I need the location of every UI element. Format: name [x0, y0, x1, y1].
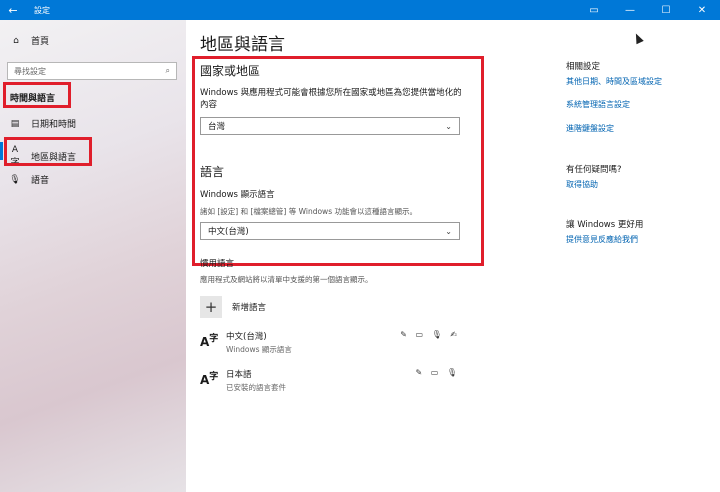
window-title: 設定 [34, 5, 50, 15]
language-name: 中文(台灣) [226, 332, 267, 342]
language-text: 日本語 已安裝的語言套件 [226, 368, 415, 393]
language-glyph-icon: A字 [200, 372, 219, 387]
minimize-button[interactable]: — [612, 0, 648, 20]
mouse-cursor-icon [632, 31, 644, 45]
sidebar-item-home[interactable]: ⌂ 首頁 [9, 34, 50, 48]
link-advanced-keyboard[interactable]: 進階鍵盤設定 [566, 123, 614, 134]
language-status: Windows 顯示語言 [226, 345, 292, 354]
display-language-label: Windows 顯示語言 [200, 190, 275, 200]
country-value: 台灣 [208, 122, 226, 132]
country-description: Windows 與應用程式可能會根據您所在國家或地區為您提供當地化的內容 [200, 88, 462, 110]
highlight-box-region [4, 137, 92, 166]
language-glyph-icon: A字 [200, 334, 219, 349]
maximize-icon: ☐ [661, 4, 671, 16]
search-icon: ⌕ [165, 66, 170, 75]
page-title: 地區與語言 [200, 35, 285, 55]
microphone-icon: 🎙 [9, 174, 21, 185]
related-settings-heading: 相關設定 [566, 62, 601, 72]
sidebar-item-label: 語音 [31, 176, 50, 186]
maximize-button[interactable]: ☐ [648, 0, 684, 20]
home-label: 首頁 [31, 37, 50, 47]
search-placeholder: 尋找設定 [14, 66, 46, 76]
tablet-icon: ▭ [589, 4, 599, 16]
language-name: 日本語 [226, 370, 252, 380]
improve-heading: 讓 Windows 更好用 [566, 220, 644, 230]
active-indicator [0, 142, 3, 160]
list-item[interactable]: A字 日本語 已安裝的語言套件 ✎ ▭ 🎙 [200, 368, 460, 393]
question-heading: 有任何疑問嗎? [566, 165, 622, 175]
sidebar: ⌂ 首頁 尋找設定 ⌕ 時間與語言 ▤ 日期和時間 A字 地區與語言 🎙 語音 [0, 20, 186, 492]
sidebar-item-label: 日期和時間 [31, 120, 77, 130]
display-language-description: 諸如 [設定] 和 [檔案總管] 等 Windows 功能會以這種語言顯示。 [200, 207, 417, 216]
chevron-down-icon: ⌄ [445, 226, 452, 236]
search-input[interactable]: 尋找設定 ⌕ [7, 62, 177, 80]
country-dropdown[interactable]: 台灣 ⌄ [200, 117, 460, 135]
language-feature-icons: ✎ ▭ 🎙 [415, 368, 460, 377]
sidebar-item-date-time[interactable]: ▤ 日期和時間 [8, 117, 77, 131]
highlight-box-section [3, 82, 71, 108]
language-status: 已安裝的語言套件 [226, 383, 286, 392]
sidebar-item-speech[interactable]: 🎙 語音 [8, 173, 50, 187]
close-icon: ✕ [697, 4, 707, 16]
list-item[interactable]: A字 中文(台灣) Windows 顯示語言 ✎ ▭ 🎙 ✍ [200, 330, 460, 355]
close-button[interactable]: ✕ [684, 0, 720, 20]
minimize-icon: — [625, 4, 635, 16]
plus-icon: + [200, 296, 222, 318]
main-content: 地區與語言 國家或地區 Windows 與應用程式可能會根據您所在國家或地區為您… [186, 20, 720, 492]
title-bar: ← 設定 ▭ — ☐ ✕ [0, 0, 720, 20]
language-text: 中文(台灣) Windows 顯示語言 [226, 330, 400, 355]
tablet-mode-button[interactable]: ▭ [576, 0, 612, 20]
add-language-label: 新增語言 [232, 303, 267, 313]
back-arrow-icon: ← [8, 3, 18, 17]
language-feature-icons: ✎ ▭ 🎙 ✍ [400, 330, 460, 339]
link-feedback[interactable]: 提供意見反應給我們 [566, 234, 638, 245]
home-icon: ⌂ [13, 35, 19, 46]
link-get-help[interactable]: 取得協助 [566, 179, 598, 190]
country-heading: 國家或地區 [200, 64, 261, 78]
add-language-button[interactable]: + 新增語言 [200, 296, 266, 318]
preferred-language-heading: 慣用語言 [200, 259, 235, 269]
link-additional-date-time[interactable]: 其他日期、時間及區域設定 [566, 76, 662, 87]
link-admin-language[interactable]: 系統管理語言設定 [566, 99, 630, 110]
calendar-icon: ▤ [10, 118, 20, 129]
language-heading: 語言 [200, 165, 225, 179]
back-button[interactable]: ← [0, 0, 26, 20]
display-language-value: 中文(台灣) [208, 227, 249, 237]
display-language-dropdown[interactable]: 中文(台灣) ⌄ [200, 222, 460, 240]
preferred-language-description: 應用程式及網站將以清單中支援的第一個語言顯示。 [200, 275, 373, 284]
chevron-down-icon: ⌄ [445, 121, 452, 131]
